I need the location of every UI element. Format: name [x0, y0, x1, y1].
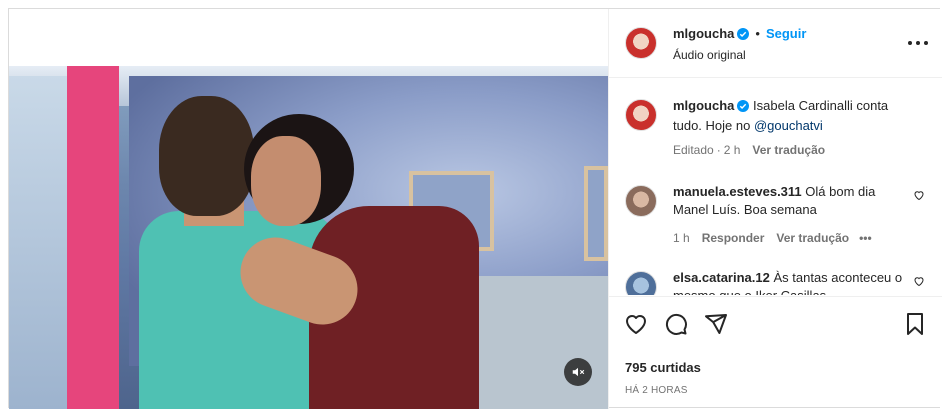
author-username[interactable]: mlgoucha [673, 26, 734, 41]
speaker-muted-icon [572, 367, 585, 377]
comment-bubble-icon[interactable] [663, 311, 689, 337]
comment-meta: 1 h Responder Ver tradução ••• [673, 231, 903, 245]
comment-translate-button[interactable]: Ver tradução [776, 231, 849, 245]
commenter-avatar[interactable] [625, 185, 657, 217]
video-scene-leftwall [9, 76, 67, 409]
separator-dot: • [755, 26, 760, 41]
follow-button[interactable]: Seguir [766, 26, 806, 41]
commenter-avatar[interactable] [625, 271, 657, 295]
video-player[interactable] [9, 66, 608, 409]
comment-text-block: elsa.catarina.12 Às tantas aconteceu o m… [673, 269, 903, 295]
video-person2-face [251, 136, 321, 226]
verified-badge-icon [737, 28, 750, 43]
comment-like-heart-icon[interactable] [913, 275, 925, 290]
audio-link[interactable]: Áudio original [673, 48, 746, 62]
post-sidebar: mlgoucha • Seguir Áudio original mlgoucha … [608, 9, 942, 409]
caption-edited: Editado [673, 143, 714, 157]
author-line: mlgoucha • Seguir [673, 26, 806, 43]
comments-list[interactable]: mlgoucha Isabela Cardinalli conta tudo. … [609, 79, 942, 295]
video-scene-pink-post [67, 66, 119, 409]
likes-count[interactable]: 795 curtidas [625, 360, 701, 375]
mute-button[interactable] [564, 358, 592, 386]
video-person-head [159, 96, 254, 216]
comment-time[interactable]: 1 h [673, 231, 690, 245]
caption-time[interactable]: 2 h [724, 143, 741, 157]
comment-username[interactable]: manuela.esteves.311 [673, 184, 802, 199]
comment-like-heart-icon[interactable] [913, 189, 925, 204]
video-scene-floor [469, 276, 608, 409]
comment-text-block: manuela.esteves.311 Olá bom dia Manel Lu… [673, 183, 903, 219]
video-scene-window-right [584, 166, 608, 261]
post-card: mlgoucha • Seguir Áudio original mlgoucha … [8, 8, 942, 409]
caption-username[interactable]: mlgoucha [673, 98, 734, 113]
caption-text-block: mlgoucha Isabela Cardinalli conta tudo. … [673, 97, 913, 135]
caption-mention-link[interactable]: @gouchatvi [754, 118, 823, 133]
caption-avatar[interactable] [625, 99, 657, 131]
save-bookmark-icon[interactable] [902, 311, 928, 337]
caption-meta: Editado · 2 h Ver tradução [673, 143, 826, 157]
share-send-icon[interactable] [703, 311, 729, 337]
post-media [9, 9, 608, 409]
like-heart-icon[interactable] [623, 311, 649, 337]
more-options-icon[interactable] [908, 35, 928, 51]
comment-username[interactable]: elsa.catarina.12 [673, 270, 770, 285]
post-timestamp[interactable]: HÁ 2 HORAS [625, 385, 688, 396]
post-header: mlgoucha • Seguir Áudio original [609, 9, 942, 78]
post-actions: 795 curtidas HÁ 2 HORAS [609, 296, 942, 409]
reply-button[interactable]: Responder [702, 231, 765, 245]
caption-translate-button[interactable]: Ver tradução [752, 143, 825, 157]
verified-badge-icon [737, 99, 750, 117]
comment-more-options[interactable]: ••• [859, 231, 872, 245]
author-avatar[interactable] [625, 27, 657, 59]
